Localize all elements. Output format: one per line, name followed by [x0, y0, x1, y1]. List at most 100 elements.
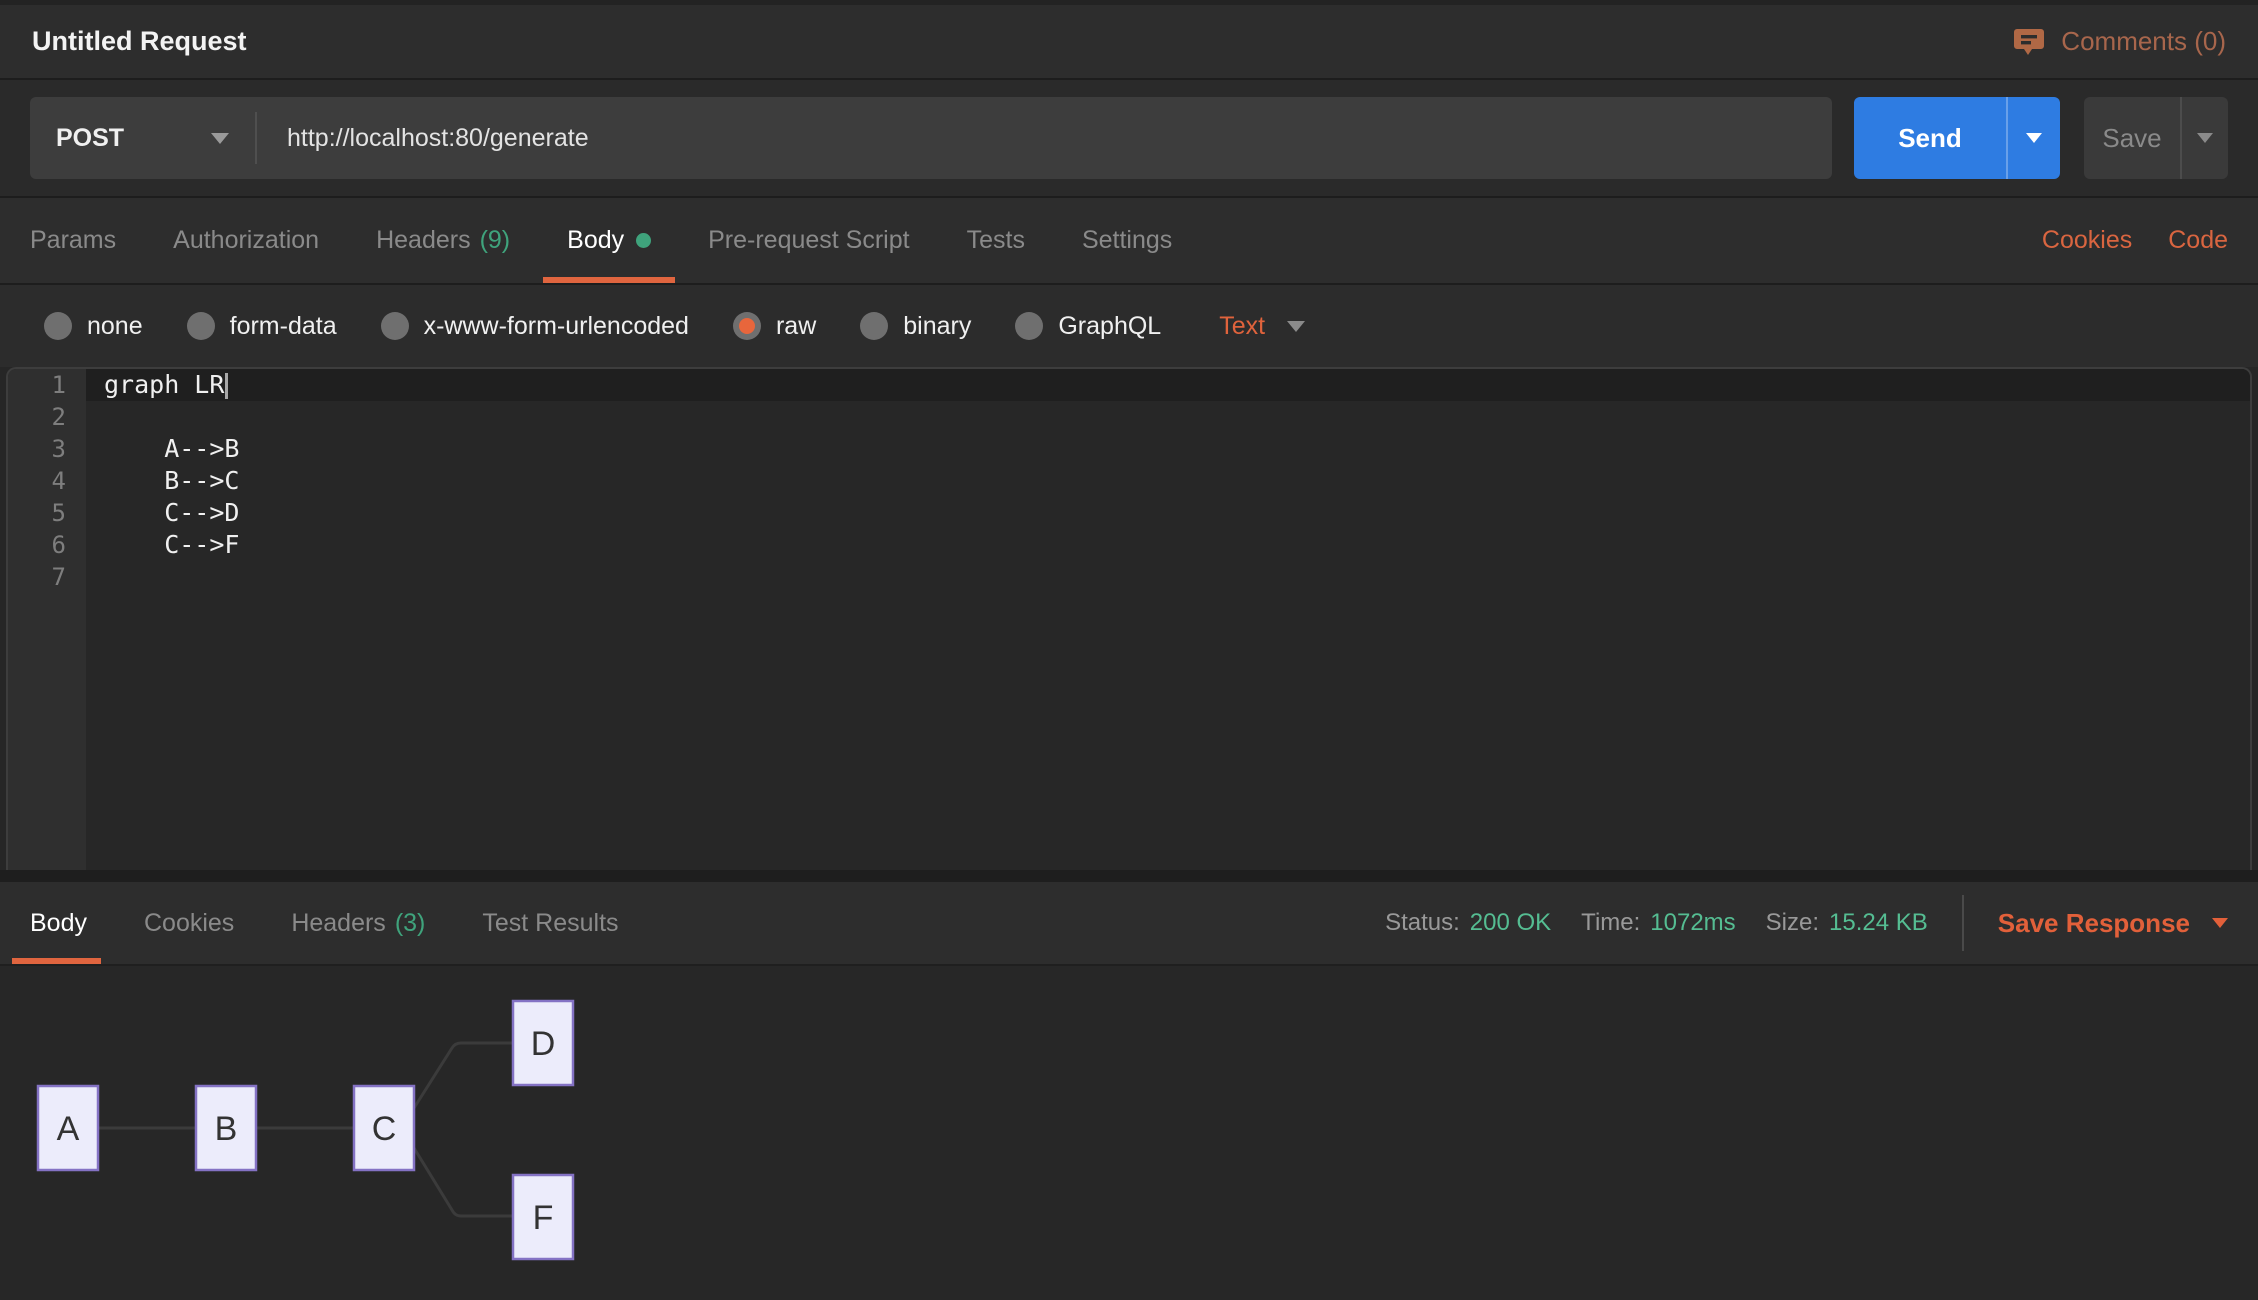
editor-code-area[interactable]: graph LR A-->B B-->C C-->D C-->F [86, 369, 2250, 870]
code-line: C-->D [86, 497, 2250, 529]
radio-icon [860, 312, 888, 340]
mode-none[interactable]: none [44, 312, 143, 341]
line-number: 5 [8, 497, 86, 529]
response-tab-headers[interactable]: Headers (3) [291, 882, 425, 964]
node-label: A [57, 1110, 80, 1148]
size-label: Size: [1766, 909, 1819, 937]
tab-label: Tests [967, 226, 1025, 255]
time-value: 1072ms [1650, 909, 1735, 937]
chevron-down-icon [211, 133, 229, 144]
chevron-down-icon [1287, 321, 1305, 332]
mode-label: x-www-form-urlencoded [424, 312, 689, 341]
tab-params[interactable]: Params [30, 198, 116, 283]
tab-settings[interactable]: Settings [1082, 198, 1172, 283]
response-tab-test-results[interactable]: Test Results [482, 882, 618, 964]
raw-format-select[interactable]: Text [1219, 312, 1305, 341]
response-header: Body Cookies Headers (3) Test Results St… [0, 882, 2258, 966]
active-tab-underline [543, 277, 675, 283]
graph-node-b: B [196, 1086, 256, 1170]
response-tab-body[interactable]: Body [30, 882, 87, 964]
size-value: 15.24 KB [1829, 909, 1928, 937]
graph-node-a: A [38, 1086, 98, 1170]
tab-label: Headers [291, 909, 386, 938]
mode-form-data[interactable]: form-data [187, 312, 337, 341]
edge-c-d [414, 1043, 513, 1108]
mermaid-graph: A B C D F [0, 966, 720, 1300]
app-window: Untitled Request Comments (0) POST Send [0, 0, 2258, 1300]
mode-label: raw [776, 312, 816, 341]
editor-gutter: 1 2 3 4 5 6 7 [8, 369, 86, 870]
graph-node-f: F [513, 1175, 573, 1259]
tab-label: Params [30, 226, 116, 255]
mode-label: none [87, 312, 143, 341]
save-options-button[interactable] [2182, 97, 2228, 179]
code-line: graph LR [86, 369, 2250, 401]
request-tabs: Params Authorization Headers (9) Body Pr… [0, 198, 2258, 285]
method-label: POST [56, 124, 124, 153]
url-input[interactable] [257, 124, 1832, 153]
chevron-down-icon [2026, 133, 2042, 143]
tab-label: Authorization [173, 226, 319, 255]
tab-count: (3) [395, 909, 426, 938]
meta-divider [1962, 895, 1964, 951]
tab-headers[interactable]: Headers (9) [376, 198, 510, 283]
graph-node-d: D [513, 1001, 573, 1085]
url-container: POST [30, 97, 1832, 179]
request-response-divider[interactable] [0, 870, 2258, 882]
node-label: D [531, 1025, 556, 1063]
code-link[interactable]: Code [2168, 226, 2228, 255]
cookies-link[interactable]: Cookies [2042, 226, 2132, 255]
save-response-button[interactable]: Save Response [1998, 908, 2228, 939]
save-response-label: Save Response [1998, 908, 2190, 939]
node-label: F [533, 1199, 554, 1237]
mode-label: binary [903, 312, 971, 341]
tab-count: (9) [480, 226, 511, 255]
radio-icon [44, 312, 72, 340]
tab-label: Pre-request Script [708, 226, 909, 255]
line-number: 1 [8, 369, 86, 401]
time-label: Time: [1581, 909, 1640, 937]
line-number: 2 [8, 401, 86, 433]
save-button[interactable]: Save [2084, 97, 2228, 179]
comments-button[interactable]: Comments (0) [2013, 26, 2226, 58]
tab-pre-request-script[interactable]: Pre-request Script [708, 198, 909, 283]
status-label: Status: [1385, 909, 1460, 937]
tab-tests[interactable]: Tests [967, 198, 1025, 283]
node-label: B [215, 1110, 238, 1148]
send-button[interactable]: Send [1854, 97, 2060, 179]
tabs-right-links: Cookies Code [2042, 226, 2228, 255]
mode-raw[interactable]: raw [733, 312, 816, 341]
radio-icon [381, 312, 409, 340]
request-title-bar: Untitled Request Comments (0) [0, 0, 2258, 80]
radio-selected-icon [733, 312, 761, 340]
status-value: 200 OK [1470, 909, 1551, 937]
response-body-viewer: A B C D F [0, 966, 2258, 1300]
request-body-editor[interactable]: 1 2 3 4 5 6 7 graph LR A-->B B-->C C-->D… [6, 367, 2252, 870]
code-line [86, 561, 2250, 593]
tab-label: Cookies [144, 909, 234, 938]
tab-label: Settings [1082, 226, 1172, 255]
code-line: C-->F [86, 529, 2250, 561]
tab-label: Test Results [482, 909, 618, 938]
line-number: 6 [8, 529, 86, 561]
mode-x-www-form-urlencoded[interactable]: x-www-form-urlencoded [381, 312, 689, 341]
tab-authorization[interactable]: Authorization [173, 198, 319, 283]
send-options-button[interactable] [2008, 97, 2060, 179]
line-number: 3 [8, 433, 86, 465]
code-line [86, 401, 2250, 433]
mode-graphql[interactable]: GraphQL [1015, 312, 1161, 341]
method-select[interactable]: POST [30, 124, 255, 153]
mode-label: GraphQL [1058, 312, 1161, 341]
response-tab-cookies[interactable]: Cookies [144, 882, 234, 964]
text-cursor [225, 373, 228, 399]
code-text: graph LR [104, 370, 224, 399]
tab-label: Body [567, 226, 624, 255]
active-tab-underline [12, 958, 101, 964]
send-label: Send [1854, 97, 2006, 179]
tab-body[interactable]: Body [567, 198, 651, 283]
edge-c-f [414, 1148, 513, 1216]
mode-binary[interactable]: binary [860, 312, 971, 341]
page-title: Untitled Request [32, 26, 247, 57]
code-line: B-->C [86, 465, 2250, 497]
body-modified-dot [636, 233, 651, 248]
